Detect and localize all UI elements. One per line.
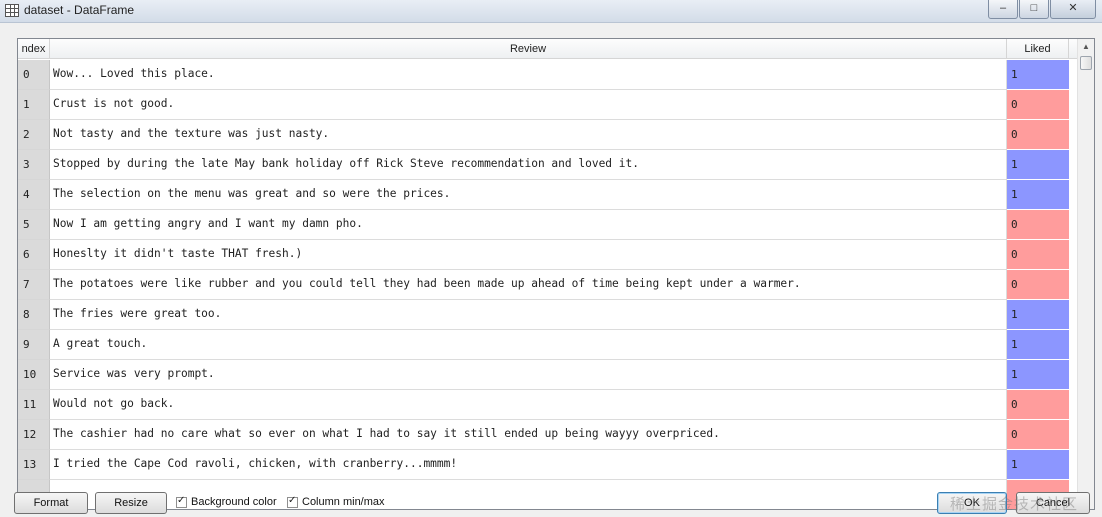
liked-cell[interactable]: 0 xyxy=(1007,240,1069,270)
column-minmax-checkbox[interactable]: Column min/max xyxy=(287,495,385,508)
table-row[interactable]: 10 Service was very prompt. 1 xyxy=(18,360,1077,390)
table-row[interactable]: 7 The potatoes were like rubber and you c… xyxy=(18,270,1077,300)
table-row[interactable]: 9A great touch. 1 xyxy=(18,330,1077,360)
row-index-cell[interactable]: 1 xyxy=(18,90,50,120)
table-row[interactable]: 13 I tried the Cape Cod ravoli, chicken, … xyxy=(18,450,1077,480)
review-cell[interactable]: Service was very prompt. xyxy=(50,360,1007,390)
review-cell[interactable]: Wow... Loved this place. xyxy=(50,60,1007,90)
background-color-checkbox[interactable]: Background color xyxy=(176,495,277,508)
dataframe-panel: ndex Review Liked 0 Wow... Loved this pla… xyxy=(0,23,1102,517)
checkbox-checked-icon[interactable] xyxy=(287,495,298,508)
row-index-cell[interactable]: 13 xyxy=(18,450,50,480)
review-cell[interactable]: A great touch. xyxy=(50,330,1007,360)
table-row[interactable]: 12 The cashier had no care what so ever o… xyxy=(18,420,1077,450)
review-cell[interactable]: Crust is not good. xyxy=(50,90,1007,120)
table-row[interactable]: 11 Would not go back. 0 xyxy=(18,390,1077,420)
scroll-up-icon[interactable]: ▲ xyxy=(1078,39,1094,55)
row-index-cell[interactable]: 5 xyxy=(18,210,50,240)
table-icon xyxy=(5,4,19,17)
row-index-cell[interactable]: 8 xyxy=(18,300,50,330)
liked-cell[interactable]: 0 xyxy=(1007,270,1069,300)
liked-cell[interactable]: 1 xyxy=(1007,300,1069,330)
row-index-cell[interactable]: 9 xyxy=(18,330,50,360)
ok-button[interactable]: OK xyxy=(937,492,1007,514)
table-row[interactable]: 2 Not tasty and the texture was just nast… xyxy=(18,120,1077,150)
table-row[interactable]: 4 The selection on the menu was great and… xyxy=(18,180,1077,210)
column-header-index[interactable]: ndex xyxy=(18,39,50,59)
column-header-review[interactable]: Review xyxy=(50,39,1007,59)
row-index-cell[interactable]: 2 xyxy=(18,120,50,150)
liked-cell[interactable]: 0 xyxy=(1007,90,1069,120)
review-cell[interactable]: The fries were great too. xyxy=(50,300,1007,330)
table-row[interactable]: 6 Honeslty it didn't taste THAT fresh.) 0 xyxy=(18,240,1077,270)
dataframe-table: ndex Review Liked 0 Wow... Loved this pla… xyxy=(17,38,1095,510)
row-index-cell[interactable]: 10 xyxy=(18,360,50,390)
review-cell[interactable]: The cashier had no care what so ever on … xyxy=(50,420,1007,450)
row-index-cell[interactable]: 3 xyxy=(18,150,50,180)
row-index-cell[interactable]: 6 xyxy=(18,240,50,270)
table-row[interactable]: 5 Now I am getting angry and I want my da… xyxy=(18,210,1077,240)
header-corner xyxy=(1069,39,1077,59)
review-cell[interactable]: Stopped by during the late May bank holi… xyxy=(50,150,1007,180)
liked-cell[interactable]: 0 xyxy=(1007,120,1069,150)
liked-cell[interactable]: 1 xyxy=(1007,450,1069,480)
window-controls: – □ ✕ xyxy=(987,0,1096,19)
liked-cell[interactable]: 0 xyxy=(1007,210,1069,240)
column-header-liked[interactable]: Liked xyxy=(1007,39,1069,59)
liked-cell[interactable]: 1 xyxy=(1007,360,1069,390)
review-cell[interactable]: Would not go back. xyxy=(50,390,1007,420)
table-row[interactable]: 3 Stopped by during the late May bank hol… xyxy=(18,150,1077,180)
row-index-cell[interactable]: 11 xyxy=(18,390,50,420)
liked-cell[interactable]: 1 xyxy=(1007,180,1069,210)
table-body: 0 Wow... Loved this place. 1 1 Crust is not … xyxy=(18,60,1077,509)
table-row[interactable]: 1 Crust is not good. 0 xyxy=(18,90,1077,120)
table-row[interactable]: 0 Wow... Loved this place. 1 xyxy=(18,60,1077,90)
scrollbar-thumb[interactable] xyxy=(1080,56,1092,70)
checkbox-checked-icon[interactable] xyxy=(176,495,187,508)
maximize-icon[interactable]: □ xyxy=(1019,0,1049,19)
cancel-button[interactable]: Cancel xyxy=(1016,492,1090,514)
background-color-label: Background color xyxy=(191,496,277,508)
liked-cell[interactable]: 1 xyxy=(1007,330,1069,360)
review-cell[interactable]: Not tasty and the texture was just nasty… xyxy=(50,120,1007,150)
liked-cell[interactable]: 1 xyxy=(1007,150,1069,180)
row-index-cell[interactable]: 7 xyxy=(18,270,50,300)
review-cell[interactable]: Now I am getting angry and I want my dam… xyxy=(50,210,1007,240)
liked-cell[interactable]: 0 xyxy=(1007,390,1069,420)
row-index-cell[interactable]: 0 xyxy=(18,60,50,90)
column-minmax-label: Column min/max xyxy=(302,496,385,508)
window-title: dataset - DataFrame xyxy=(24,3,135,17)
liked-cell[interactable]: 1 xyxy=(1007,60,1069,90)
review-cell[interactable]: I tried the Cape Cod ravoli, chicken, wi… xyxy=(50,450,1007,480)
resize-button[interactable]: Resize xyxy=(95,492,167,514)
row-index-cell[interactable]: 12 xyxy=(18,420,50,450)
review-cell[interactable]: Honeslty it didn't taste THAT fresh.) xyxy=(50,240,1007,270)
format-button[interactable]: Format xyxy=(14,492,88,514)
liked-cell[interactable]: 0 xyxy=(1007,420,1069,450)
review-cell[interactable]: The potatoes were like rubber and you co… xyxy=(50,270,1007,300)
vertical-scrollbar[interactable]: ▲ ▼ xyxy=(1077,39,1094,509)
title-bar: dataset - DataFrame – □ ✕ xyxy=(0,0,1102,23)
row-index-cell[interactable]: 4 xyxy=(18,180,50,210)
close-icon[interactable]: ✕ xyxy=(1050,0,1096,19)
table-row[interactable]: 8 The fries were great too. 1 xyxy=(18,300,1077,330)
review-cell[interactable]: The selection on the menu was great and … xyxy=(50,180,1007,210)
minimize-icon[interactable]: – xyxy=(988,0,1018,19)
